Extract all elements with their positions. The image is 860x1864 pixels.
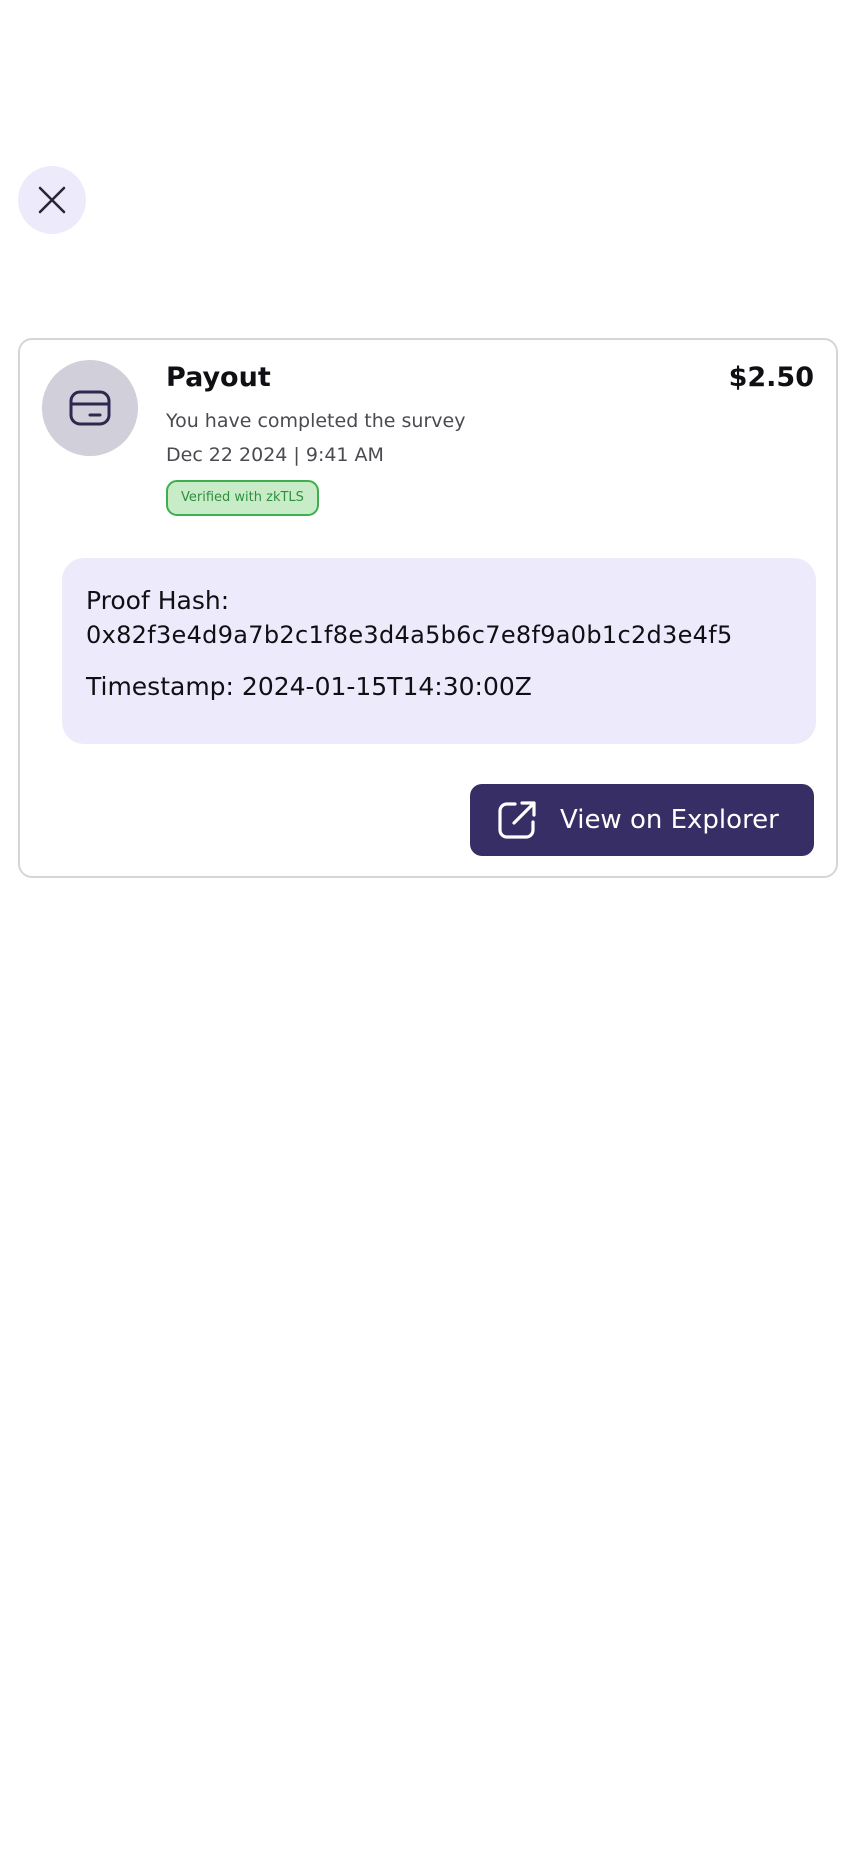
transaction-avatar — [42, 360, 138, 456]
proof-timestamp: Timestamp: 2024-01-15T14:30:00Z — [86, 672, 532, 701]
close-icon — [38, 186, 66, 214]
transaction-amount: $2.50 — [728, 362, 814, 393]
proof-details: Proof Hash: 0x82f3e4d9a7b2c1f8e3d4a5b6c7… — [62, 558, 816, 744]
transaction-title: Payout — [166, 362, 271, 393]
view-on-explorer-label: View on Explorer — [560, 805, 779, 835]
close-button[interactable] — [18, 166, 86, 234]
proof-hash-value: 0x82f3e4d9a7b2c1f8e3d4a5b6c7e8f9a0b1c2d3… — [86, 621, 733, 649]
view-on-explorer-button[interactable]: View on Explorer — [470, 784, 814, 856]
transaction-card: Payout $2.50 You have completed the surv… — [18, 338, 838, 878]
wallet-icon — [69, 390, 111, 426]
transaction-description: You have completed the survey — [166, 410, 466, 432]
proof-hash-label: Proof Hash: — [86, 586, 230, 615]
verified-badge: Verified with zkTLS — [166, 480, 319, 516]
transaction-date: Dec 22 2024 | 9:41 AM — [166, 444, 384, 466]
external-link-icon — [498, 801, 536, 839]
